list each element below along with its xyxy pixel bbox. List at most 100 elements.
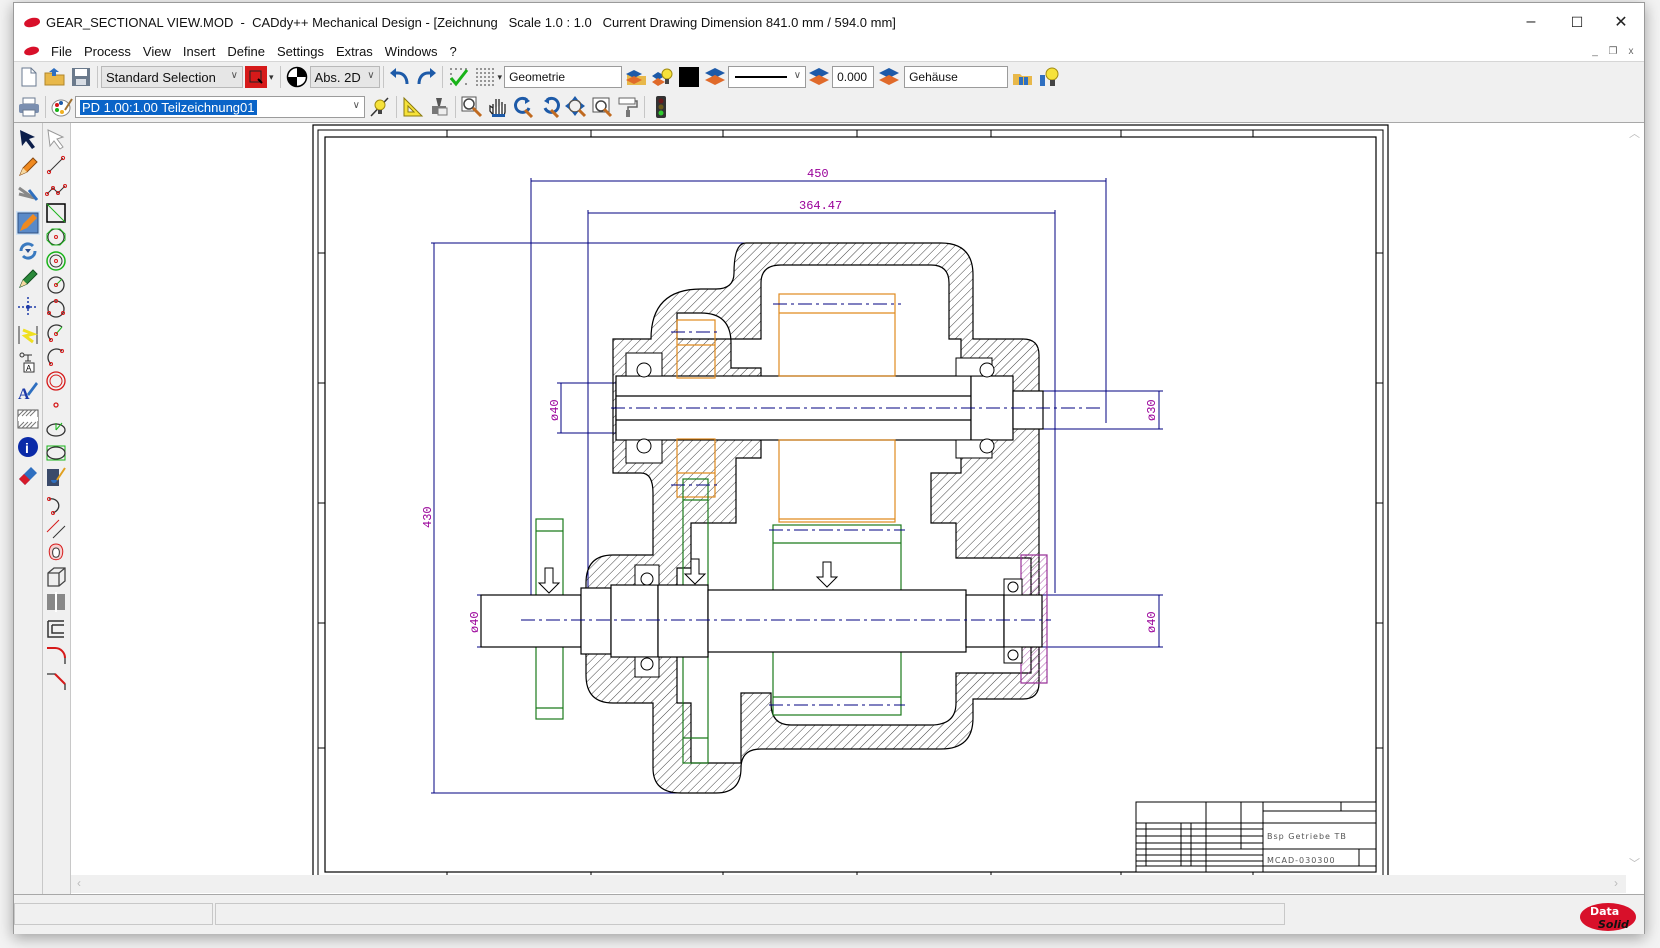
menu-file[interactable]: File xyxy=(45,44,78,59)
light-measure-icon[interactable] xyxy=(369,96,391,118)
info-light-icon[interactable] xyxy=(1038,66,1060,88)
line-icon[interactable] xyxy=(44,153,68,177)
origin-icon[interactable] xyxy=(286,66,308,88)
layer-light-icon[interactable] xyxy=(652,66,674,88)
palette-icon[interactable] xyxy=(51,96,73,118)
maximize-button[interactable]: ☐ xyxy=(1554,3,1600,41)
menu-view[interactable]: View xyxy=(137,44,177,59)
menu-windows[interactable]: Windows xyxy=(379,44,444,59)
coordinate-mode-select[interactable]: Abs. 2D ∨ xyxy=(309,66,380,88)
arc-2-icon[interactable] xyxy=(44,345,68,369)
ellipse-rect-icon[interactable] xyxy=(44,441,68,465)
info-icon[interactable]: i xyxy=(16,435,40,459)
parallel-line-icon[interactable] xyxy=(44,517,68,541)
concentric-circle-icon[interactable] xyxy=(44,249,68,273)
grid-icon[interactable] xyxy=(474,66,496,88)
sketch-icon[interactable] xyxy=(44,465,68,489)
new-file-icon[interactable] xyxy=(18,66,40,88)
paint-roller-icon[interactable] xyxy=(617,96,639,118)
dropdown-arrow-icon[interactable]: ▾ xyxy=(498,72,503,83)
circle-3pt-icon[interactable] xyxy=(44,297,68,321)
transform-icon[interactable] xyxy=(16,239,40,263)
mdi-minimize-button[interactable]: _ xyxy=(1587,45,1603,59)
double-circle-icon[interactable] xyxy=(44,369,68,393)
menu-insert[interactable]: Insert xyxy=(177,44,222,59)
cube-icon[interactable] xyxy=(44,565,68,589)
fillet-icon[interactable] xyxy=(44,643,68,667)
menu-extras[interactable]: Extras xyxy=(330,44,379,59)
close-button[interactable]: ✕ xyxy=(1598,3,1644,41)
redo-icon[interactable] xyxy=(415,66,437,88)
arc-icon[interactable] xyxy=(44,321,68,345)
minimize-button[interactable]: – xyxy=(1508,3,1554,41)
vertical-scrollbar[interactable]: ︿ ﹀ xyxy=(1626,123,1643,893)
rectangle-icon[interactable] xyxy=(44,201,68,225)
mdi-restore-button[interactable]: ❐ xyxy=(1605,45,1621,59)
scroll-down-icon[interactable]: ﹀ xyxy=(1629,855,1640,871)
line-style-select[interactable]: ∨ xyxy=(728,66,807,88)
pencil-icon[interactable] xyxy=(16,155,40,179)
ellipse-icon[interactable] xyxy=(44,417,68,441)
main-toolbar: Standard Selection ∨ ▾ Abs. 2D ∨ ▾ Geome… xyxy=(14,61,1644,93)
zoom-all-icon[interactable] xyxy=(565,96,587,118)
menu-logo-icon[interactable] xyxy=(23,44,40,58)
layer-icon[interactable] xyxy=(704,66,726,88)
menu-process[interactable]: Process xyxy=(78,44,137,59)
text-edit-icon[interactable]: A xyxy=(16,379,40,403)
traffic-light-icon[interactable] xyxy=(650,96,672,118)
drawing-canvas[interactable]: 450 364.47 430 ø40 ø30 ø40 ø40 Bsp Getri… xyxy=(71,123,1626,893)
polygon-circle-icon[interactable] xyxy=(44,225,68,249)
point-icon[interactable] xyxy=(44,393,68,417)
mdi-close-button[interactable]: x xyxy=(1623,45,1639,59)
layer-folder-icon[interactable] xyxy=(626,66,648,88)
snap-check-icon[interactable] xyxy=(448,66,470,88)
layer-name-field[interactable]: Gehäuse xyxy=(904,66,1009,88)
zoom-prev-icon[interactable] xyxy=(513,96,535,118)
dropdown-arrow-icon[interactable]: ▾ xyxy=(269,72,274,83)
chamfer-icon[interactable] xyxy=(44,669,68,693)
triangle-ruler-icon[interactable] xyxy=(402,96,424,118)
line-width-field[interactable]: 0.000 xyxy=(832,66,875,88)
zoom-page-icon[interactable] xyxy=(591,96,613,118)
hatch-icon[interactable] xyxy=(16,407,40,431)
eraser-icon[interactable] xyxy=(16,463,40,487)
scroll-up-icon[interactable]: ︿ xyxy=(1629,125,1640,141)
pan-hand-icon[interactable] xyxy=(487,96,509,118)
curve-icon[interactable] xyxy=(44,493,68,517)
selection-mode-select[interactable]: Standard Selection ∨ xyxy=(101,66,243,88)
circle-center-icon[interactable] xyxy=(44,273,68,297)
contour-icon[interactable] xyxy=(44,541,68,565)
color-black-icon[interactable] xyxy=(678,66,700,88)
open-folder-icon[interactable] xyxy=(44,66,66,88)
edit-geometry-icon[interactable] xyxy=(16,211,40,235)
layer-group-field[interactable]: Geometrie xyxy=(504,66,623,88)
stamp-icon[interactable] xyxy=(428,96,450,118)
offset-icon[interactable] xyxy=(44,617,68,641)
green-pencil-icon[interactable] xyxy=(16,267,40,291)
zoom-next-icon[interactable] xyxy=(539,96,561,118)
drawing-view-select[interactable]: PD 1.00:1.00 Teilzeichnung01 ∨ xyxy=(75,96,365,118)
menu-define[interactable]: Define xyxy=(221,44,271,59)
tools-icon[interactable] xyxy=(16,183,40,207)
scroll-right-icon[interactable]: › xyxy=(1614,876,1618,890)
layer-width-icon[interactable] xyxy=(808,66,830,88)
scroll-left-icon[interactable]: ‹ xyxy=(77,876,81,890)
horizontal-scrollbar[interactable]: ‹ › xyxy=(71,875,1626,893)
select-arrow-icon[interactable] xyxy=(16,127,40,151)
select-outline-icon[interactable] xyxy=(44,127,68,151)
zoom-window-icon[interactable] xyxy=(461,96,483,118)
undo-icon[interactable] xyxy=(389,66,411,88)
user-folder-icon[interactable] xyxy=(1012,66,1034,88)
menu-settings[interactable]: Settings xyxy=(271,44,330,59)
save-icon[interactable] xyxy=(70,66,92,88)
menu-help[interactable]: ? xyxy=(444,44,463,59)
selection-color-icon[interactable] xyxy=(245,66,267,88)
dimension-icon[interactable] xyxy=(16,323,40,347)
polyline-icon[interactable] xyxy=(44,177,68,201)
layer-name-icon[interactable] xyxy=(878,66,900,88)
text-label-icon[interactable]: A xyxy=(16,351,40,375)
print-icon[interactable] xyxy=(18,96,40,118)
title-block-number: MCAD-030300 xyxy=(1267,856,1336,865)
construction-lines-icon[interactable] xyxy=(16,295,40,319)
section-icon[interactable] xyxy=(44,589,68,613)
